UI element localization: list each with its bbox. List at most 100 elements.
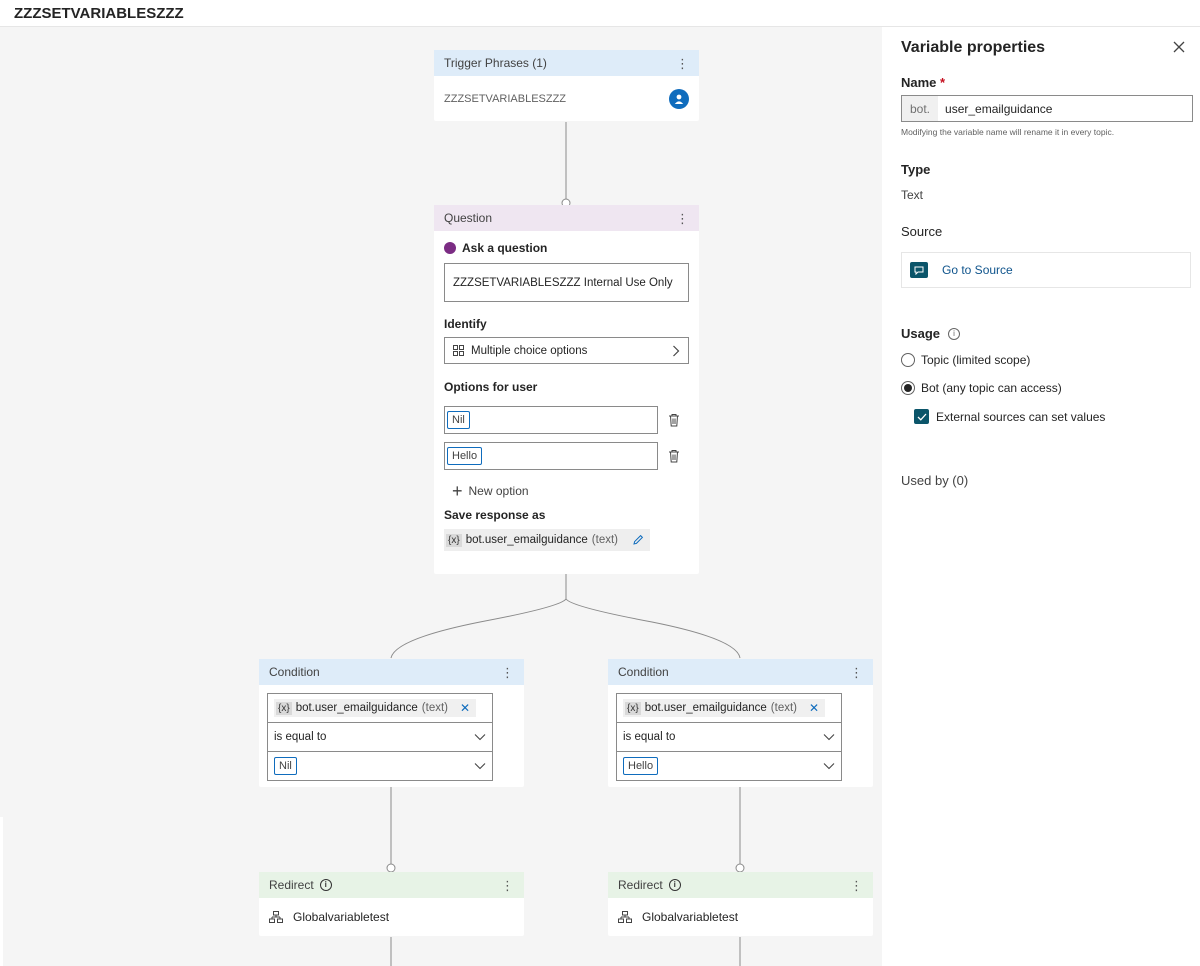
save-response-label: Save response as bbox=[444, 508, 546, 522]
option-chip: Nil bbox=[447, 411, 470, 429]
condition-variable-row[interactable]: {x} bot.user_emailguidance (text) ✕ bbox=[268, 694, 492, 722]
condition-variable-chip[interactable]: {x} bot.user_emailguidance (text) ✕ bbox=[623, 699, 826, 717]
name-prefix: bot. bbox=[902, 96, 939, 121]
condition-header-label: Condition bbox=[269, 665, 320, 679]
variable-icon: {x} bbox=[446, 533, 462, 547]
remove-icon[interactable]: ✕ bbox=[460, 701, 470, 715]
radio-unselected-icon[interactable] bbox=[901, 353, 915, 367]
condition-header-label: Condition bbox=[618, 665, 669, 679]
used-by-label: Used by (0) bbox=[901, 473, 969, 488]
type-label: Type bbox=[901, 162, 931, 177]
trash-icon[interactable] bbox=[668, 449, 680, 463]
condition-value-select[interactable]: Nil bbox=[268, 751, 492, 780]
question-message-input[interactable]: ZZZSETVARIABLESZZZ Internal Use Only bbox=[444, 263, 689, 302]
trash-icon[interactable] bbox=[668, 413, 680, 427]
condition-operator-select[interactable]: is equal to bbox=[617, 722, 841, 751]
condition-node[interactable]: Condition ⋮ {x} bot.user_emailguidance (… bbox=[259, 659, 524, 787]
redirect-target[interactable]: Globalvariabletest bbox=[293, 910, 389, 924]
usage-bot-radio[interactable]: Bot (any topic can access) bbox=[901, 381, 1062, 395]
usage-label-text: Usage bbox=[901, 326, 941, 341]
redirect-header: Redirect i ⋮ bbox=[259, 872, 524, 898]
identify-label: Identify bbox=[444, 317, 487, 331]
close-icon[interactable] bbox=[1171, 39, 1187, 55]
condition-variable-row[interactable]: {x} bot.user_emailguidance (text) ✕ bbox=[617, 694, 841, 722]
chat-source-icon bbox=[910, 262, 928, 278]
chevron-right-icon bbox=[673, 345, 680, 356]
go-to-source-button[interactable]: Go to Source bbox=[901, 252, 1191, 288]
chevron-down-icon bbox=[823, 763, 835, 770]
question-node[interactable]: Question ⋮ Ask a question ZZZSETVARIABLE… bbox=[434, 205, 699, 574]
topic-tree-icon bbox=[269, 911, 283, 923]
topic-title: ZZZSETVARIABLESZZZ bbox=[14, 5, 184, 22]
more-options-icon[interactable]: ⋮ bbox=[850, 666, 863, 679]
condition-operator-select[interactable]: is equal to bbox=[268, 722, 492, 751]
plus-icon: + bbox=[452, 481, 463, 501]
usage-topic-label: Topic (limited scope) bbox=[921, 353, 1031, 367]
condition-variable-type: (text) bbox=[770, 702, 797, 714]
identify-select[interactable]: Multiple choice options bbox=[444, 337, 689, 364]
trigger-header: Trigger Phrases (1) ⋮ bbox=[434, 50, 699, 76]
question-header: Question ⋮ bbox=[434, 205, 699, 231]
usage-label: Usage i bbox=[901, 326, 961, 341]
more-options-icon[interactable]: ⋮ bbox=[676, 57, 689, 70]
source-label: Source bbox=[901, 224, 943, 239]
condition-node[interactable]: Condition ⋮ {x} bot.user_emailguidance (… bbox=[608, 659, 873, 787]
variable-properties-panel: Variable properties Name * bot. user_ema… bbox=[882, 27, 1200, 966]
option-input[interactable]: Nil bbox=[444, 406, 658, 434]
name-label-text: Name bbox=[901, 75, 937, 90]
required-mark: * bbox=[940, 75, 946, 90]
variable-name-field[interactable]: bot. user_emailguidance bbox=[901, 95, 1193, 122]
trigger-header-label: Trigger Phrases (1) bbox=[444, 56, 547, 70]
options-label: Options for user bbox=[444, 380, 538, 394]
info-icon[interactable]: i bbox=[319, 879, 332, 891]
info-icon[interactable]: i bbox=[668, 879, 681, 891]
condition-variable-chip[interactable]: {x} bot.user_emailguidance (text) ✕ bbox=[274, 699, 477, 717]
chevron-down-icon bbox=[474, 763, 486, 770]
chat-icon bbox=[444, 242, 456, 254]
more-options-icon[interactable]: ⋮ bbox=[501, 879, 514, 892]
condition-variable: bot.user_emailguidance bbox=[644, 702, 767, 714]
usage-topic-radio[interactable]: Topic (limited scope) bbox=[901, 353, 1030, 367]
new-option-button[interactable]: + New option bbox=[452, 481, 689, 501]
option-input[interactable]: Hello bbox=[444, 442, 658, 470]
chevron-down-icon bbox=[474, 734, 486, 741]
condition-editor: {x} bot.user_emailguidance (text) ✕ is e… bbox=[267, 693, 493, 781]
more-options-icon[interactable]: ⋮ bbox=[850, 879, 863, 892]
more-options-icon[interactable]: ⋮ bbox=[501, 666, 514, 679]
person-icon[interactable] bbox=[669, 88, 689, 109]
variable-icon: {x} bbox=[625, 701, 641, 715]
redirect-node[interactable]: Redirect i ⋮ Globalvariabletest bbox=[608, 872, 873, 936]
name-hint: Modifying the variable name will rename … bbox=[901, 127, 1115, 137]
trigger-node[interactable]: Trigger Phrases (1) ⋮ ZZZSETVARIABLESZZZ bbox=[434, 50, 699, 121]
condition-operator: is equal to bbox=[623, 731, 676, 743]
condition-editor: {x} bot.user_emailguidance (text) ✕ is e… bbox=[616, 693, 842, 781]
external-sources-checkbox[interactable]: External sources can set values bbox=[914, 409, 1105, 424]
ask-question-label: Ask a question bbox=[462, 241, 548, 255]
external-sources-label: External sources can set values bbox=[936, 409, 1106, 424]
question-header-label: Question bbox=[444, 211, 493, 225]
panel-title: Variable properties bbox=[901, 39, 1046, 56]
condition-variable: bot.user_emailguidance bbox=[295, 702, 418, 714]
condition-value: Nil bbox=[274, 757, 297, 775]
condition-value-select[interactable]: Hello bbox=[617, 751, 841, 780]
checkmark-icon[interactable] bbox=[914, 409, 929, 424]
topic-tree-icon bbox=[618, 911, 632, 923]
radio-selected-icon[interactable] bbox=[901, 381, 915, 395]
save-variable-chip[interactable]: {x} bot.user_emailguidance (text) bbox=[444, 529, 650, 551]
usage-bot-label: Bot (any topic can access) bbox=[921, 381, 1062, 395]
go-to-source-link[interactable]: Go to Source bbox=[942, 263, 1013, 277]
edit-pencil-icon[interactable] bbox=[632, 534, 644, 546]
authoring-canvas[interactable]: Trigger Phrases (1) ⋮ ZZZSETVARIABLESZZZ… bbox=[0, 27, 882, 966]
redirect-header-label: Redirect bbox=[269, 878, 314, 892]
name-value[interactable]: user_emailguidance bbox=[938, 102, 1052, 116]
more-options-icon[interactable]: ⋮ bbox=[676, 212, 689, 225]
redirect-target[interactable]: Globalvariabletest bbox=[642, 910, 738, 924]
redirect-node[interactable]: Redirect i ⋮ Globalvariabletest bbox=[259, 872, 524, 936]
save-variable-name: bot.user_emailguidance bbox=[465, 534, 588, 546]
remove-icon[interactable]: ✕ bbox=[809, 701, 819, 715]
type-value: Text bbox=[901, 188, 924, 202]
name-label: Name * bbox=[901, 75, 945, 90]
redirect-header-label: Redirect bbox=[618, 878, 663, 892]
condition-variable-type: (text) bbox=[421, 702, 448, 714]
info-icon[interactable]: i bbox=[948, 327, 961, 340]
